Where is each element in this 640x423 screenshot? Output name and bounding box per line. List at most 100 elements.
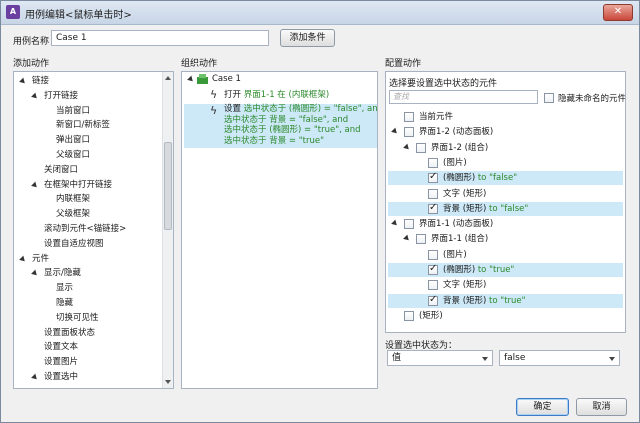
- action-tree-item[interactable]: 元件: [32, 252, 49, 267]
- action-tree-item[interactable]: 设置自适应视图: [44, 237, 104, 252]
- action-icon: ϟ: [210, 104, 218, 117]
- widget-label: 界面1-1 (组合): [431, 234, 489, 245]
- widget-label: (矩形): [419, 310, 443, 321]
- widget-label: 界面1-2 (组合): [431, 142, 489, 153]
- widget-label: (图片): [443, 249, 467, 260]
- widget-checkbox[interactable]: [428, 202, 438, 214]
- widget-checkbox[interactable]: [428, 280, 438, 291]
- chevron-down-icon: [609, 357, 615, 361]
- title-bar[interactable]: A 用例编辑<鼠标单击时> ✕: [1, 1, 639, 25]
- action-tree-item[interactable]: 内联框架: [56, 192, 90, 207]
- widget-tree-item[interactable]: 界面1-2 (动态面板): [419, 125, 493, 140]
- action-tree-item[interactable]: 设置面板状态: [44, 326, 95, 341]
- cancel-button[interactable]: 取消: [576, 398, 627, 416]
- action-tree-item[interactable]: 设置文本: [44, 340, 78, 355]
- action-tree-item[interactable]: 显示: [56, 281, 73, 296]
- widget-tree-item[interactable]: 界面1-2 (组合): [431, 141, 488, 156]
- widget-label: 界面1-1 (动态面板): [419, 219, 494, 230]
- action-tree-item[interactable]: 弹出窗口: [56, 133, 90, 148]
- action-line: 选中状态于 (椭圆形) = "true", and: [224, 125, 361, 135]
- action-tree-item[interactable]: 打开链接: [44, 89, 78, 104]
- widget-tree-item[interactable]: (图片): [443, 156, 467, 171]
- action-tree-item[interactable]: 滚动到元件<锚链接>: [44, 222, 126, 237]
- close-button[interactable]: ✕: [603, 4, 633, 21]
- widget-checkbox[interactable]: [428, 249, 438, 260]
- case-name-input[interactable]: Case 1: [51, 30, 269, 46]
- widget-tree-item[interactable]: 界面1-1 (组合): [431, 232, 488, 247]
- widget-tree-item[interactable]: (椭圆形) to "true": [443, 263, 514, 278]
- expand-icon[interactable]: [187, 75, 195, 84]
- expand-icon[interactable]: [391, 219, 399, 228]
- action-tree-item[interactable]: 隐藏: [56, 296, 73, 311]
- widget-tree-item[interactable]: 背景 (矩形) to "false": [443, 202, 528, 217]
- action-tree-item[interactable]: 父级框架: [56, 207, 90, 222]
- expand-icon[interactable]: [19, 255, 27, 263]
- scroll-up-icon[interactable]: [165, 76, 171, 80]
- expand-icon[interactable]: [31, 270, 39, 278]
- widget-tree-item[interactable]: (图片): [443, 248, 467, 263]
- expand-icon[interactable]: [31, 92, 39, 101]
- widget-value: to "true": [486, 295, 526, 306]
- scroll-thumb[interactable]: [164, 142, 172, 230]
- widget-checkbox[interactable]: [416, 234, 426, 245]
- widget-checkbox[interactable]: [428, 263, 438, 275]
- action-tree-item[interactable]: 切换可见性: [56, 311, 99, 326]
- action-tree-item[interactable]: 当前窗口: [56, 104, 90, 119]
- expand-icon[interactable]: [403, 143, 411, 151]
- widget-value: to "false": [486, 203, 529, 214]
- widget-tree-item[interactable]: 当前元件: [419, 110, 453, 125]
- action-tree-item[interactable]: 关闭窗口: [44, 163, 78, 178]
- widget-tree-item[interactable]: 界面1-1 (动态面板): [419, 217, 493, 232]
- widget-checkbox[interactable]: [404, 127, 414, 138]
- hide-unnamed-checkbox[interactable]: [544, 93, 554, 103]
- expand-icon[interactable]: [31, 373, 39, 382]
- organize-action-panel[interactable]: Case 1 ϟ 打开 界面1-1 在 (内联框架) ϟ 设置 选中状态于 (椭…: [181, 71, 378, 389]
- widget-checkbox[interactable]: [404, 112, 414, 122]
- left-scrollbar[interactable]: [162, 72, 173, 388]
- action-tree-item[interactable]: 设置选中: [44, 370, 78, 385]
- add-action-panel[interactable]: 链接 打开链接 当前窗口 新窗口/新标签 弹出窗口 父级窗口 关闭窗口 在框架中打开链接 内联框…: [13, 71, 174, 389]
- expand-icon[interactable]: [391, 127, 399, 136]
- action-tree-item[interactable]: 在框架中打开链接: [44, 178, 112, 193]
- widget-tree-item[interactable]: 文字 (矩形): [443, 278, 486, 293]
- widget-checkbox[interactable]: [404, 310, 414, 321]
- action-prefix: 设置: [224, 104, 242, 114]
- widget-checkbox[interactable]: [428, 294, 438, 306]
- action-tree-item[interactable]: 设置图片: [44, 355, 78, 370]
- action-tree-item[interactable]: 新窗口/新标签: [56, 118, 110, 133]
- action-open-link[interactable]: 打开 界面1-1 在 (内联框架): [224, 88, 329, 103]
- widget-tree: 当前元件界面1-2 (动态面板) 界面1-2 (组合) (图片) (椭圆形) to "…: [386, 108, 625, 332]
- widget-checkbox[interactable]: [428, 171, 438, 184]
- action-set-selected[interactable]: 设置 选中状态于 (椭圆形) = "false", and 选中状态于 背景 =…: [224, 104, 378, 146]
- scroll-down-icon[interactable]: [165, 380, 171, 384]
- search-input[interactable]: 查找: [389, 90, 538, 104]
- widget-label: (椭圆形): [443, 265, 476, 275]
- action-tree-item[interactable]: 父级窗口: [56, 148, 90, 163]
- ok-button[interactable]: 确定: [516, 398, 569, 416]
- expand-icon[interactable]: [31, 181, 39, 189]
- widget-tree-item[interactable]: (椭圆形) to "false": [443, 171, 517, 186]
- value-select[interactable]: false: [499, 350, 620, 366]
- widget-checkbox[interactable]: [416, 142, 426, 153]
- window-title: 用例编辑<鼠标单击时>: [25, 10, 132, 21]
- select-widgets-label: 选择要设置选中状态的元件: [389, 79, 498, 89]
- widget-checkbox[interactable]: [428, 188, 438, 199]
- widget-checkbox[interactable]: [404, 219, 414, 230]
- expand-icon[interactable]: [403, 235, 411, 243]
- widget-tree-item[interactable]: 文字 (矩形): [443, 187, 486, 202]
- configure-action-heading: 配置动作: [385, 59, 422, 69]
- hide-unnamed-label: 隐藏未命名的元件: [558, 94, 626, 104]
- widget-tree-item[interactable]: 背景 (矩形) to "true": [443, 294, 526, 309]
- widget-label: (图片): [443, 157, 467, 168]
- add-condition-button[interactable]: 添加条件: [280, 29, 335, 47]
- widget-tree-item[interactable]: (矩形): [419, 309, 443, 324]
- widget-value: to "false": [475, 173, 518, 184]
- axure-icon: A: [6, 5, 20, 19]
- action-tree-item[interactable]: 链接: [32, 74, 49, 89]
- action-tree-item[interactable]: 显示/隐藏: [44, 266, 81, 281]
- expand-icon[interactable]: [19, 77, 27, 86]
- action-line: 选中状态于 (椭圆形) = "false", and: [243, 104, 378, 114]
- case-label[interactable]: Case 1: [212, 72, 241, 87]
- value-type-select[interactable]: 值: [387, 350, 493, 366]
- widget-checkbox[interactable]: [428, 157, 438, 168]
